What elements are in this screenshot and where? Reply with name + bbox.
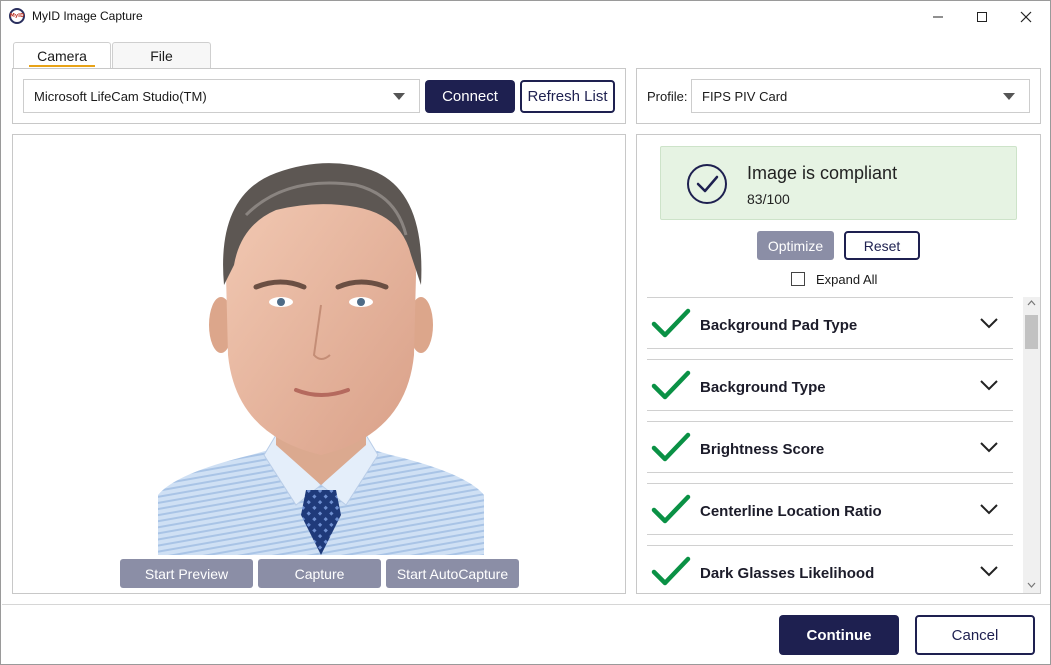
- window-title: MyID Image Capture: [32, 9, 143, 23]
- profile-select-value: FIPS PIV Card: [702, 88, 788, 104]
- check-circle-icon: [687, 164, 727, 204]
- profile-label: Profile:: [647, 89, 688, 104]
- close-button[interactable]: [1003, 1, 1049, 32]
- connect-button[interactable]: Connect: [425, 80, 515, 113]
- compliance-score: 83/100: [747, 191, 790, 207]
- compliance-check-list: Background Pad Type Background Type Brig…: [647, 297, 1013, 594]
- chevron-down-icon[interactable]: [979, 378, 999, 392]
- chevron-down-icon: [1003, 93, 1015, 100]
- check-item-background-type[interactable]: Background Type: [647, 359, 1013, 411]
- refresh-list-button[interactable]: Refresh List: [520, 80, 615, 113]
- check-item-centerline-location-ratio[interactable]: Centerline Location Ratio: [647, 483, 1013, 535]
- scroll-up-arrow-icon[interactable]: [1027, 300, 1036, 306]
- check-item-label: Dark Glasses Likelihood: [700, 565, 875, 582]
- green-check-icon: [651, 494, 691, 524]
- check-item-label: Brightness Score: [700, 441, 825, 458]
- green-check-icon: [651, 308, 691, 338]
- start-preview-button[interactable]: Start Preview: [120, 559, 253, 588]
- green-check-icon: [651, 432, 691, 462]
- green-check-icon: [651, 556, 691, 586]
- expand-all-label: Expand All: [816, 272, 878, 287]
- compliance-status-title: Image is compliant: [747, 163, 898, 183]
- cancel-button[interactable]: Cancel: [915, 615, 1035, 655]
- app-window: MyID MyID Image Capture Camera File Micr…: [0, 0, 1051, 665]
- captured-portrait-image: [158, 163, 484, 555]
- check-item-background-pad-type[interactable]: Background Pad Type: [647, 297, 1013, 349]
- capture-button[interactable]: Capture: [258, 559, 381, 588]
- compliance-status-banner: Image is compliant 83/100: [660, 146, 1017, 220]
- camera-select-value: Microsoft LifeCam Studio(TM): [34, 88, 207, 104]
- title-bar: MyID MyID Image Capture: [1, 1, 1050, 32]
- chevron-down-icon[interactable]: [979, 316, 999, 330]
- tab-camera-label: Camera: [37, 48, 87, 64]
- scrollbar-thumb[interactable]: [1025, 315, 1038, 349]
- tab-file-label: File: [150, 48, 173, 64]
- image-preview-panel: [12, 134, 626, 594]
- check-item-dark-glasses-likelihood[interactable]: Dark Glasses Likelihood: [647, 545, 1013, 594]
- chevron-down-icon: [393, 93, 405, 100]
- check-item-label: Centerline Location Ratio: [700, 503, 882, 520]
- chevron-down-icon[interactable]: [979, 564, 999, 578]
- results-scrollbar[interactable]: [1023, 297, 1040, 593]
- scroll-down-arrow-icon[interactable]: [1027, 582, 1036, 588]
- chevron-down-icon[interactable]: [979, 502, 999, 516]
- expand-all-checkbox[interactable]: [791, 272, 805, 286]
- chevron-down-icon[interactable]: [979, 440, 999, 454]
- reset-button[interactable]: Reset: [844, 231, 920, 260]
- maximize-icon: [977, 11, 987, 22]
- start-autocapture-button[interactable]: Start AutoCapture: [386, 559, 519, 588]
- minimize-button[interactable]: [915, 1, 961, 32]
- check-item-brightness-score[interactable]: Brightness Score: [647, 421, 1013, 473]
- close-icon: [1020, 11, 1032, 22]
- minimize-icon: [933, 16, 943, 17]
- check-item-label: Background Pad Type: [700, 317, 858, 334]
- maximize-button[interactable]: [959, 1, 1005, 32]
- tab-file[interactable]: File: [112, 42, 211, 69]
- profile-select[interactable]: FIPS PIV Card: [691, 79, 1030, 113]
- green-check-icon: [651, 370, 691, 400]
- check-item-label: Background Type: [700, 379, 826, 396]
- footer-divider: [2, 604, 1050, 605]
- app-logo-icon: MyID: [9, 8, 25, 24]
- optimize-button[interactable]: Optimize: [757, 231, 834, 260]
- tab-selected-indicator: [29, 65, 95, 67]
- camera-select[interactable]: Microsoft LifeCam Studio(TM): [23, 79, 420, 113]
- continue-button[interactable]: Continue: [779, 615, 899, 655]
- app-logo-text: MyID: [9, 13, 25, 19]
